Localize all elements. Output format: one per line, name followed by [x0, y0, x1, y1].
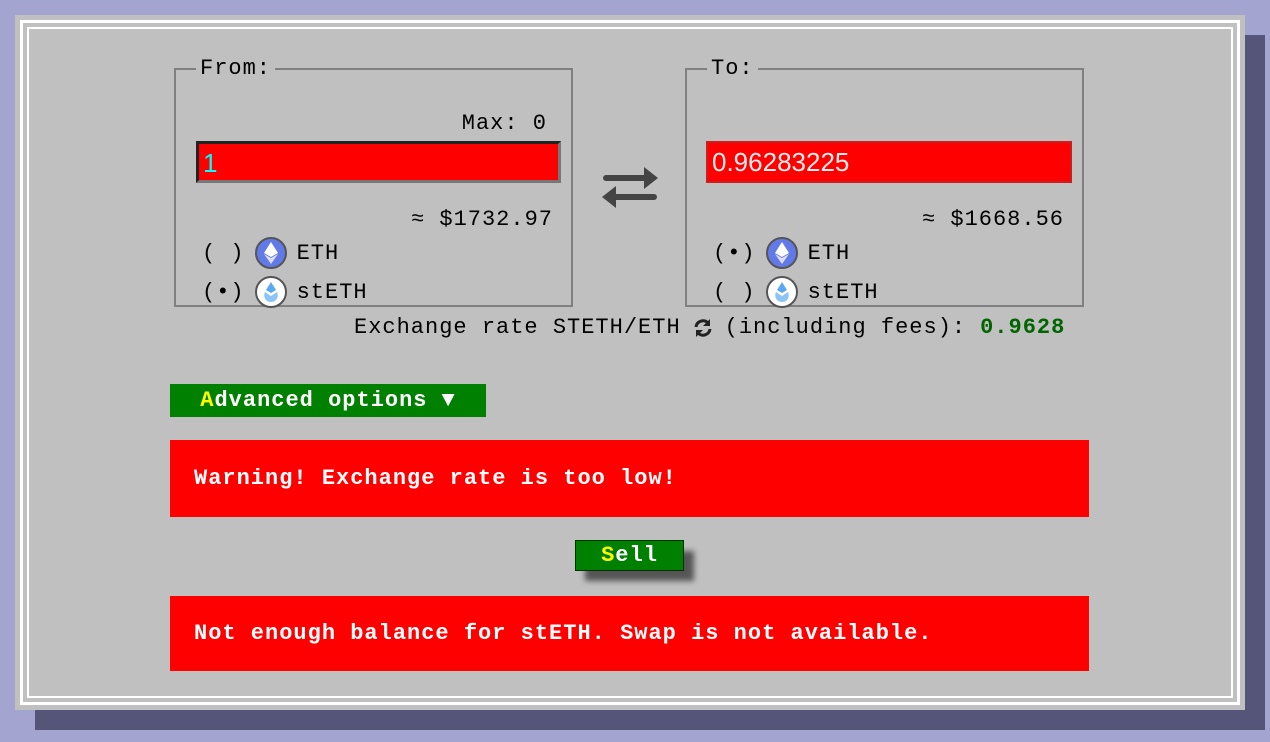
- exchange-rate-label: Exchange rate STETH/ETH: [354, 315, 681, 340]
- option-label: stETH: [296, 279, 368, 305]
- to-legend: To:: [711, 56, 754, 81]
- to-usd-value: ≈ $1668.56: [921, 207, 1064, 232]
- steth-icon: [254, 276, 287, 308]
- from-option-eth[interactable]: ( ) ETH: [202, 237, 339, 269]
- max-value: 0: [532, 111, 547, 136]
- exchange-rate-suffix: (including fees):: [724, 315, 967, 340]
- from-amount-input[interactable]: 1: [196, 141, 561, 183]
- advanced-options-label: dvanced options: [214, 388, 428, 413]
- to-fieldset: To: 0.96283225 ≈ $1668.56 (•) ETH ( ) st…: [685, 56, 1084, 308]
- radio-mark: (•): [713, 240, 756, 266]
- steth-icon: [765, 276, 798, 308]
- radio-mark: ( ): [202, 240, 245, 266]
- sell-button[interactable]: Sell: [575, 540, 684, 571]
- from-option-steth[interactable]: (•) stETH: [202, 276, 368, 308]
- from-usd-value: ≈ $1732.97: [410, 207, 553, 232]
- error-box: Not enough balance for stETH. Swap is no…: [170, 596, 1089, 671]
- warning-text: Warning! Exchange rate is too low!: [194, 466, 677, 491]
- swap-direction-icon[interactable]: [600, 166, 660, 210]
- warning-box: Warning! Exchange rate is too low!: [170, 440, 1089, 517]
- triangle-down-icon: ▼: [441, 388, 456, 413]
- option-label: ETH: [296, 240, 340, 266]
- radio-mark: (•): [202, 279, 245, 305]
- from-legend: From:: [200, 56, 272, 81]
- radio-mark: ( ): [713, 279, 756, 305]
- option-label: stETH: [807, 279, 879, 305]
- exchange-rate: Exchange rate STETH/ETH (including fees)…: [354, 315, 1065, 340]
- exchange-rate-value: 0.9628: [980, 315, 1066, 340]
- from-fieldset: From: Max: 0 1 ≈ $1732.97 ( ) ETH (•) st…: [174, 56, 573, 308]
- max-label: Max:: [461, 111, 519, 136]
- hotkey-letter: A: [200, 388, 215, 413]
- eth-icon: [254, 237, 287, 269]
- eth-icon: [765, 237, 798, 269]
- error-text: Not enough balance for stETH. Swap is no…: [194, 621, 933, 646]
- sell-label: ell: [615, 543, 658, 568]
- max-balance[interactable]: Max: 0: [462, 111, 547, 136]
- to-amount-input[interactable]: 0.96283225: [706, 141, 1072, 183]
- hotkey-letter: S: [601, 543, 616, 568]
- option-label: ETH: [807, 240, 851, 266]
- refresh-icon[interactable]: [693, 318, 713, 338]
- to-option-eth[interactable]: (•) ETH: [713, 237, 850, 269]
- to-option-steth[interactable]: ( ) stETH: [713, 276, 879, 308]
- advanced-options-button[interactable]: Advanced options ▼: [170, 384, 486, 417]
